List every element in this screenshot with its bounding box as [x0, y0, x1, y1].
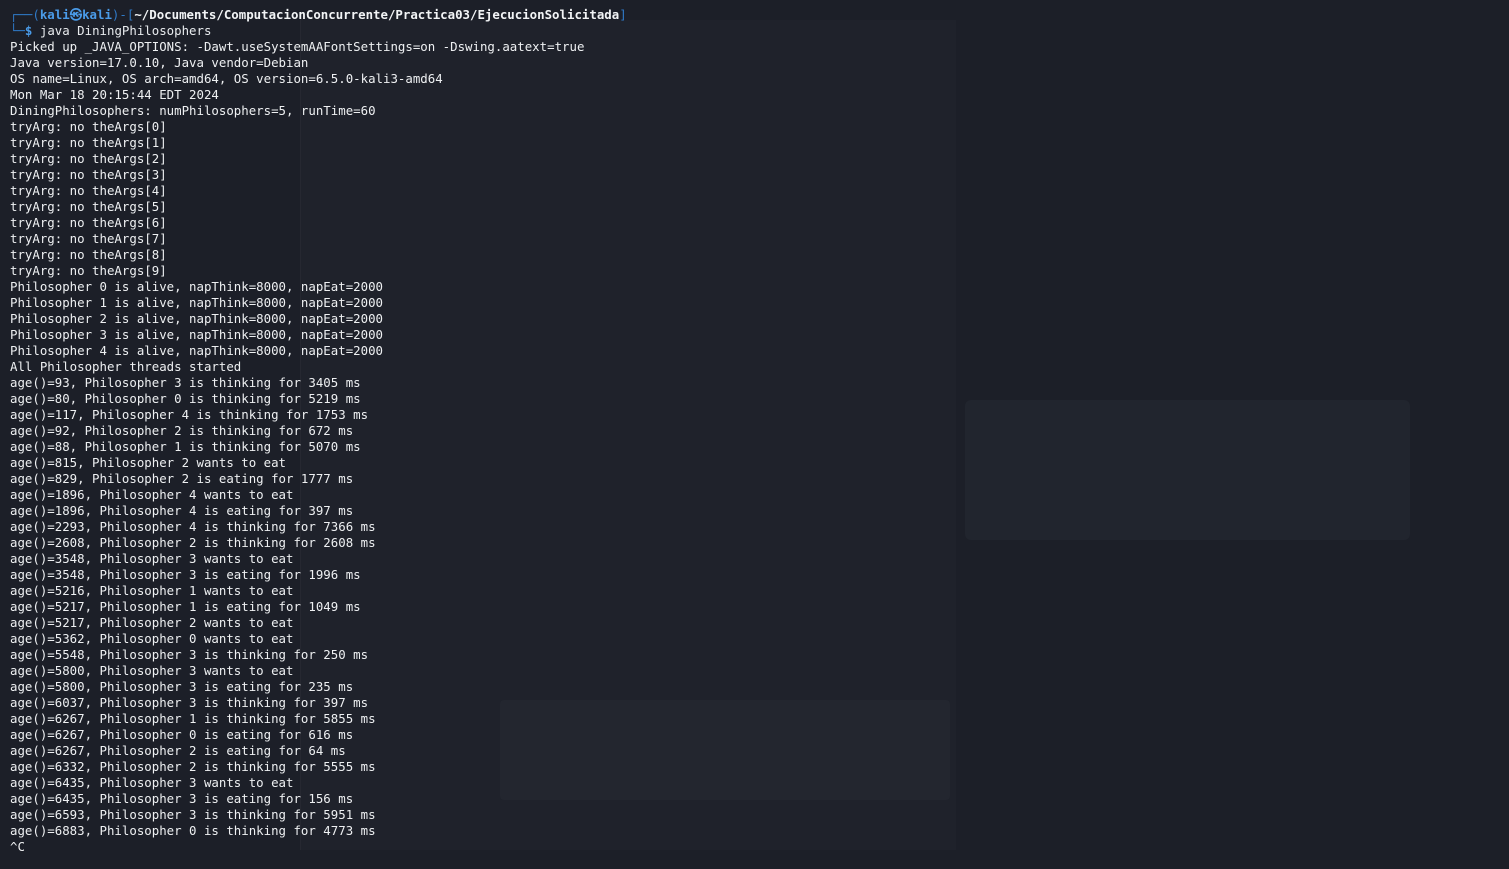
output-line: age()=5362, Philosopher 0 wants to eat: [10, 631, 294, 646]
output-line: tryArg: no theArgs[6]: [10, 215, 167, 230]
prompt-user: kali: [39, 7, 70, 22]
output-line: Philosopher 1 is alive, napThink=8000, n…: [10, 295, 383, 310]
output-line: age()=815, Philosopher 2 wants to eat: [10, 455, 287, 470]
output-line: age()=88, Philosopher 1 is thinking for …: [10, 439, 361, 454]
prompt-at-symbol: ㉿: [69, 7, 83, 22]
output-line: age()=3548, Philosopher 3 wants to eat: [10, 551, 294, 566]
output-line: age()=6037, Philosopher 3 is thinking fo…: [10, 695, 369, 710]
background-wallpaper-logo: [965, 400, 1410, 540]
output-line: age()=6267, Philosopher 1 is thinking fo…: [10, 711, 376, 726]
output-line: age()=6435, Philosopher 3 wants to eat: [10, 775, 294, 790]
output-line: age()=5800, Philosopher 3 is eating for …: [10, 679, 354, 694]
output-line: tryArg: no theArgs[0]: [10, 119, 167, 134]
prompt-frame-close: ]: [619, 7, 627, 22]
output-line: ^C: [10, 839, 25, 854]
output-line: tryArg: no theArgs[1]: [10, 135, 167, 150]
output-line: OS name=Linux, OS arch=amd64, OS version…: [10, 71, 443, 86]
prompt-line-1: ┌──(kali㉿kali)-[~/Documents/ComputacionC…: [10, 7, 627, 23]
prompt-cwd: ~/Documents/ComputacionConcurrente/Pract…: [134, 7, 620, 22]
output-line: age()=5217, Philosopher 1 is eating for …: [10, 599, 361, 614]
output-line: tryArg: no theArgs[9]: [10, 263, 167, 278]
output-line: Mon Mar 18 20:15:44 EDT 2024: [10, 87, 219, 102]
output-line: age()=80, Philosopher 0 is thinking for …: [10, 391, 361, 406]
output-line: Philosopher 3 is alive, napThink=8000, n…: [10, 327, 383, 342]
output-line: age()=1896, Philosopher 4 is eating for …: [10, 503, 354, 518]
output-line: age()=5216, Philosopher 1 wants to eat: [10, 583, 294, 598]
output-line: age()=117, Philosopher 4 is thinking for…: [10, 407, 369, 422]
output-line: tryArg: no theArgs[7]: [10, 231, 167, 246]
terminal-window[interactable]: ┌──(kali㉿kali)-[~/Documents/ComputacionC…: [0, 0, 1509, 869]
output-line: age()=5800, Philosopher 3 wants to eat: [10, 663, 294, 678]
output-line: age()=93, Philosopher 3 is thinking for …: [10, 375, 361, 390]
output-line: DiningPhilosophers: numPhilosophers=5, r…: [10, 103, 376, 118]
prompt-host: kali: [82, 7, 112, 22]
output-lines: Picked up _JAVA_OPTIONS: -Dawt.useSystem…: [10, 39, 627, 855]
output-line: age()=5217, Philosopher 2 wants to eat: [10, 615, 294, 630]
output-line: tryArg: no theArgs[2]: [10, 151, 167, 166]
output-line: age()=829, Philosopher 2 is eating for 1…: [10, 471, 354, 486]
output-line: Picked up _JAVA_OPTIONS: -Dawt.useSystem…: [10, 39, 585, 54]
output-line: Philosopher 2 is alive, napThink=8000, n…: [10, 311, 383, 326]
output-line: tryArg: no theArgs[5]: [10, 199, 167, 214]
output-line: age()=92, Philosopher 2 is thinking for …: [10, 423, 354, 438]
output-line: age()=5548, Philosopher 3 is thinking fo…: [10, 647, 369, 662]
prompt-command: java DiningPhilosophers: [39, 23, 212, 38]
prompt-frame-top: ┌──(: [10, 7, 40, 22]
output-line: tryArg: no theArgs[3]: [10, 167, 167, 182]
prompt-line-2: └─$ java DiningPhilosophers: [10, 23, 627, 39]
output-line: Philosopher 0 is alive, napThink=8000, n…: [10, 279, 383, 294]
output-line: age()=6435, Philosopher 3 is eating for …: [10, 791, 354, 806]
output-line: age()=6883, Philosopher 0 is thinking fo…: [10, 823, 376, 838]
output-line: age()=2293, Philosopher 4 is thinking fo…: [10, 519, 376, 534]
output-line: age()=3548, Philosopher 3 is eating for …: [10, 567, 361, 582]
output-line: age()=6332, Philosopher 2 is thinking fo…: [10, 759, 376, 774]
output-line: Java version=17.0.10, Java vendor=Debian: [10, 55, 309, 70]
output-line: age()=6267, Philosopher 0 is eating for …: [10, 727, 354, 742]
output-line: tryArg: no theArgs[8]: [10, 247, 167, 262]
output-line: age()=6593, Philosopher 3 is thinking fo…: [10, 807, 376, 822]
output-line: age()=1896, Philosopher 4 wants to eat: [10, 487, 294, 502]
output-line: All Philosopher threads started: [10, 359, 242, 374]
output-line: age()=2608, Philosopher 2 is thinking fo…: [10, 535, 376, 550]
prompt-frame-mid: )-[: [111, 7, 135, 22]
output-line: age()=6267, Philosopher 2 is eating for …: [10, 743, 346, 758]
output-line: Philosopher 4 is alive, napThink=8000, n…: [10, 343, 383, 358]
prompt-dollar: $: [24, 23, 33, 38]
terminal-output: ┌──(kali㉿kali)-[~/Documents/ComputacionC…: [10, 7, 627, 855]
output-line: tryArg: no theArgs[4]: [10, 183, 167, 198]
prompt-frame-bottom: └─: [10, 23, 25, 38]
